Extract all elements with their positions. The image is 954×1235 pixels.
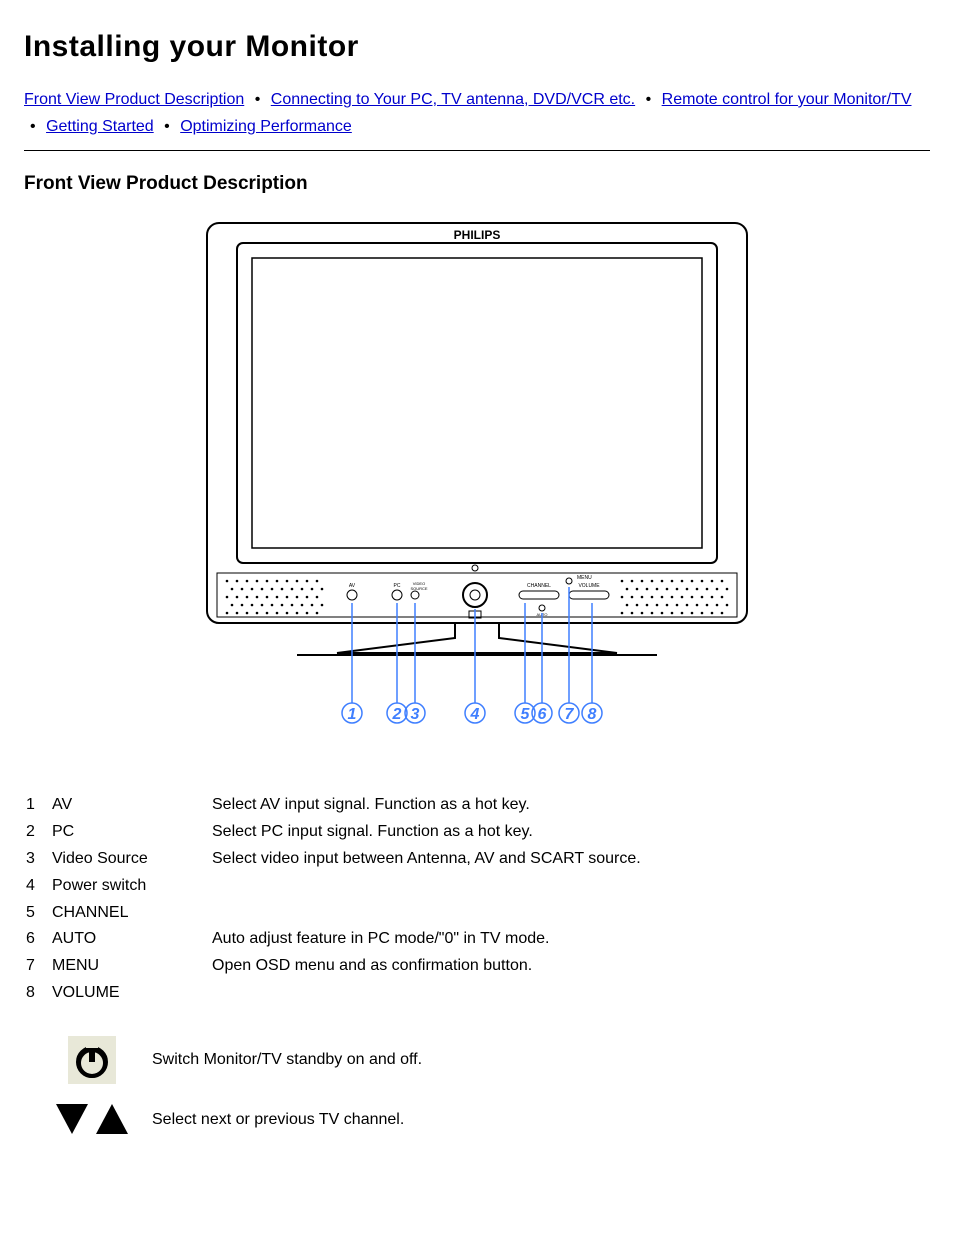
legend-row: 1AVSelect AV input signal. Function as a…	[26, 793, 930, 818]
divider	[24, 150, 930, 151]
nav-sep: •	[255, 91, 261, 108]
icon-legend-row: Switch Monitor/TV standby on and off.	[32, 1036, 930, 1084]
legend-num: 8	[26, 981, 52, 1006]
legend-num: 6	[26, 927, 52, 952]
legend-row: 6AUTOAuto adjust feature in PC mode/"0" …	[26, 927, 930, 952]
icon-legend-text: Switch Monitor/TV standby on and off.	[152, 1051, 422, 1069]
nav-sep: •	[30, 118, 36, 135]
legend-label: PC	[52, 820, 212, 845]
nav-front-view[interactable]: Front View Product Description	[24, 91, 244, 108]
icon-legend-row: Select next or previous TV channel.	[32, 1100, 930, 1140]
nav-getting-started[interactable]: Getting Started	[46, 118, 154, 135]
legend-label: MENU	[52, 954, 212, 979]
legend-label: Power switch	[52, 874, 212, 899]
legend-desc	[212, 874, 930, 899]
legend-label: CHANNEL	[52, 901, 212, 926]
svg-text:4: 4	[470, 706, 480, 723]
legend-num: 7	[26, 954, 52, 979]
legend-desc: Open OSD menu and as confirmation button…	[212, 954, 930, 979]
legend-label: Video Source	[52, 847, 212, 872]
legend-label: VOLUME	[52, 981, 212, 1006]
svg-text:VOLUME: VOLUME	[578, 583, 600, 589]
svg-text:MENU: MENU	[577, 575, 592, 581]
legend-list: 1AVSelect AV input signal. Function as a…	[26, 793, 930, 1005]
legend-row: 8VOLUME	[26, 981, 930, 1006]
svg-text:3: 3	[411, 706, 420, 723]
power-icon	[32, 1036, 152, 1084]
legend-num: 1	[26, 793, 52, 818]
svg-text:1: 1	[348, 706, 357, 723]
product-figure: PHILIPS	[197, 213, 757, 743]
legend-desc	[212, 901, 930, 926]
legend-num: 4	[26, 874, 52, 899]
legend-num: 5	[26, 901, 52, 926]
legend-row: 2PCSelect PC input signal. Function as a…	[26, 820, 930, 845]
svg-text:7: 7	[565, 706, 575, 723]
svg-text:5: 5	[521, 706, 531, 723]
nav-sep: •	[164, 118, 170, 135]
breadcrumb: Front View Product Description • Connect…	[24, 86, 930, 140]
legend-desc: Select video input between Antenna, AV a…	[212, 847, 930, 872]
legend-desc	[212, 981, 930, 1006]
nav-connecting[interactable]: Connecting to Your PC, TV antenna, DVD/V…	[271, 91, 635, 108]
legend-row: 5CHANNEL	[26, 901, 930, 926]
monitor-illustration: PHILIPS	[197, 213, 757, 743]
svg-text:SOURCE: SOURCE	[410, 586, 427, 591]
legend-row: 3Video SourceSelect video input between …	[26, 847, 930, 872]
brand-label: PHILIPS	[454, 228, 501, 242]
svg-text:CHANNEL: CHANNEL	[527, 583, 551, 589]
legend-row: 7MENUOpen OSD menu and as confirmation b…	[26, 954, 930, 979]
nav-sep: •	[646, 91, 652, 108]
section-heading: Front View Product Description	[24, 173, 930, 195]
legend-desc: Select PC input signal. Function as a ho…	[212, 820, 930, 845]
nav-remote-control[interactable]: Remote control for your Monitor/TV	[662, 91, 912, 108]
icon-legend-text: Select next or previous TV channel.	[152, 1111, 404, 1129]
legend-num: 2	[26, 820, 52, 845]
nav-optimizing[interactable]: Optimizing Performance	[180, 118, 352, 135]
svg-text:PC: PC	[394, 583, 401, 589]
legend-desc: Auto adjust feature in PC mode/"0" in TV…	[212, 927, 930, 952]
page-title: Installing your Monitor	[24, 30, 930, 64]
legend-desc: Select AV input signal. Function as a ho…	[212, 793, 930, 818]
svg-text:8: 8	[588, 706, 597, 723]
svg-text:AV: AV	[349, 583, 356, 589]
legend-label: AV	[52, 793, 212, 818]
triangles-icon	[32, 1100, 152, 1140]
legend-label: AUTO	[52, 927, 212, 952]
svg-text:2: 2	[392, 706, 402, 723]
legend-row: 4Power switch	[26, 874, 930, 899]
legend-num: 3	[26, 847, 52, 872]
icon-legend: Switch Monitor/TV standby on and off. Se…	[32, 1036, 930, 1140]
svg-text:6: 6	[538, 706, 547, 723]
